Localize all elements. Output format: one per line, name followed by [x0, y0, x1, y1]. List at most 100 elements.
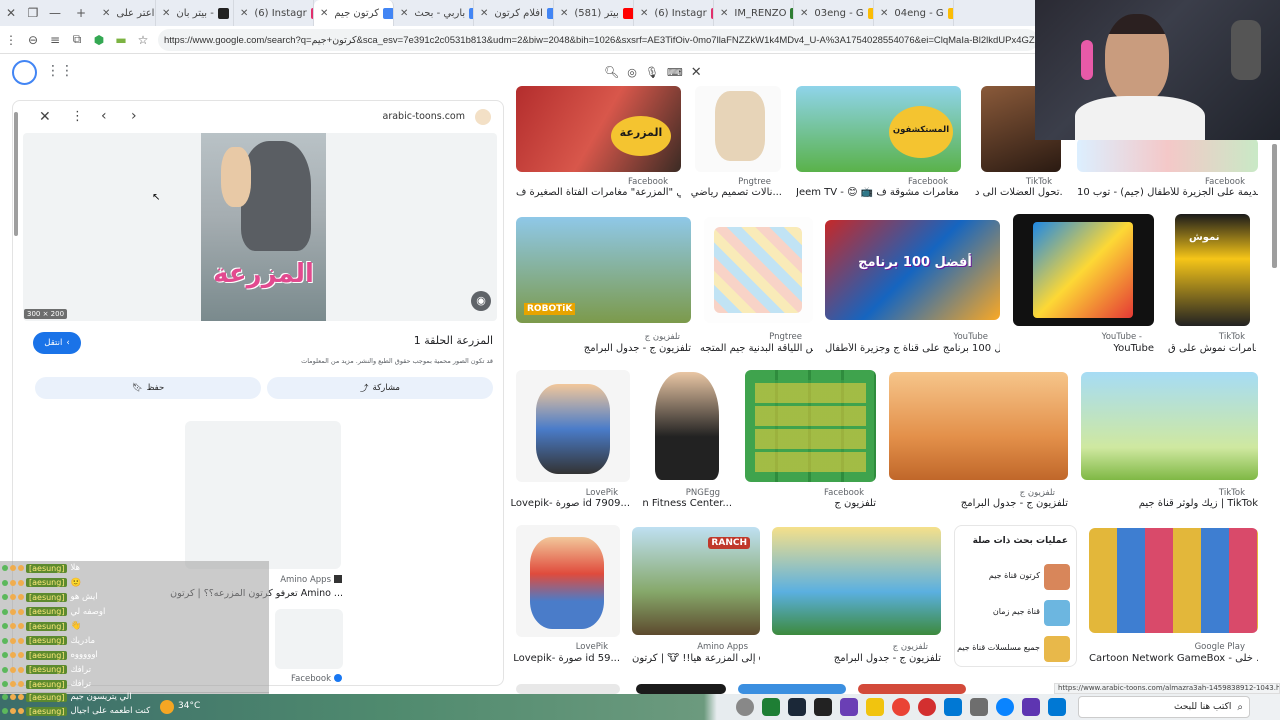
lens-search-icon[interactable]: ◉: [471, 291, 491, 311]
result-thumbnail[interactable]: [738, 684, 846, 694]
related-image-placeholder-2[interactable]: [275, 609, 343, 669]
page-scrollbar[interactable]: [1272, 144, 1277, 268]
result-thumbnail[interactable]: [516, 684, 620, 694]
result-title[interactable]: نالات تصميم رياضي...: [690, 187, 782, 198]
profile-avatar[interactable]: [12, 60, 37, 85]
result-thumbnail[interactable]: RANCH: [632, 527, 760, 635]
result-thumbnail[interactable]: [1077, 138, 1258, 172]
chrome-icon[interactable]: [892, 698, 910, 716]
result-title[interactable]: YouTube: [1013, 343, 1154, 354]
result-thumbnail[interactable]: أفضل 100 برنامج: [825, 220, 1000, 320]
window-close-icon[interactable]: ✕: [0, 6, 22, 20]
result-thumbnail[interactable]: [1089, 528, 1258, 633]
minimize-icon[interactable]: —: [44, 6, 66, 20]
puzzle-icon[interactable]: ⧉: [66, 32, 88, 47]
result-thumbnail[interactable]: [1013, 214, 1154, 326]
more-options-icon[interactable]: ⋮: [71, 109, 84, 124]
result-title[interactable]: Jeem TV - 😊 📺 في مغامرات مشوقة ف...: [796, 187, 961, 198]
panel-scrollbar[interactable]: [14, 112, 18, 236]
site-name[interactable]: arabic-toons.com: [373, 111, 466, 122]
restore-icon[interactable]: ❐: [22, 6, 44, 20]
preview-image[interactable]: المزرعة: [201, 133, 326, 321]
apps-grid-icon[interactable]: ⋮⋮: [46, 63, 74, 79]
result-thumbnail[interactable]: [858, 684, 966, 694]
browser-tab[interactable]: ✕ افلام كرتون: [474, 0, 554, 26]
related-search-item[interactable]: قناة جيم زمان: [955, 598, 1076, 628]
tiktok-icon[interactable]: [814, 698, 832, 716]
result-title[interactable]: Lovepik- صورة id 7909...: [510, 498, 631, 509]
result-title[interactable]: درس اللياقة البدنية جيم المتجه...: [700, 343, 813, 354]
outlook-icon[interactable]: [944, 698, 962, 716]
edge-icon[interactable]: [996, 698, 1014, 716]
browser-tab[interactable]: ✕ باربي - بحث: [394, 0, 474, 26]
result-title[interactable]: تلفزيون ج - جدول البرامج: [516, 343, 691, 354]
result-thumbnail[interactable]: [695, 86, 781, 172]
extension-icon[interactable]: ⊖: [22, 33, 44, 47]
result-thumbnail[interactable]: نموش: [1175, 214, 1250, 326]
result-thumbnail[interactable]: [772, 527, 941, 635]
result-title[interactable]: تحول العضلات الى د...: [975, 187, 1063, 198]
browser-tab[interactable]: ✕ اعتر على: [96, 0, 156, 26]
result-thumbnail[interactable]: [516, 370, 630, 482]
browser-tab[interactable]: ✕ 04eng - G: [874, 0, 954, 26]
result-title[interactable]: تلفزيون ج - جدول البرامج: [772, 653, 941, 664]
browser-tab[interactable]: ✕ 03eng - G: [794, 0, 874, 26]
obs-icon[interactable]: [918, 698, 936, 716]
result-title[interactable]: إلى المزرعة هيا!! 🐮 | كرتون o...: [632, 653, 760, 664]
result-title[interactable]: زيك ولوثر قناة جيم | TikTok: [1081, 498, 1258, 509]
result-title[interactable]: 10 برامج قديمة على الجزيرة للأطفال (جيم)…: [1077, 187, 1258, 198]
address-bar[interactable]: https://www.google.com/search?q=كرتون+جي…: [158, 29, 1038, 51]
browser-tab[interactable]: ✕ IM_RENZO: [714, 0, 794, 26]
excel-icon[interactable]: [762, 698, 780, 716]
browser-tab[interactable]: ✕ (6) Instagr: [234, 0, 314, 26]
visit-button[interactable]: انتقل ‹: [33, 332, 81, 354]
result-title[interactable]: Lovepik- صورة id 59...: [510, 653, 620, 664]
previous-icon[interactable]: ‹: [101, 108, 107, 124]
bookmark-star-icon[interactable]: ☆: [132, 33, 154, 47]
browser-tab[interactable]: ✕ بيتر بان -: [156, 0, 234, 26]
new-tab-icon[interactable]: +: [66, 6, 96, 20]
related-search-item[interactable]: جميع مسلسلات قناة جيم: [955, 634, 1076, 664]
folder-icon[interactable]: [866, 698, 884, 716]
clear-search-icon[interactable]: ✕: [691, 65, 702, 80]
result-title[interactable]: تلفزيون ج: [745, 498, 876, 509]
result-title[interactable]: Cartoon Network GameBox - خلى ...: [1089, 653, 1258, 664]
windows-start-icon[interactable]: [1048, 698, 1066, 716]
calculator-icon[interactable]: [970, 698, 988, 716]
mic-icon[interactable]: 🎙︎: [645, 66, 659, 79]
result-thumbnail[interactable]: [641, 370, 733, 482]
result-title[interactable]: n Fitness Center...: [640, 498, 732, 509]
browser-tab[interactable]: ✕ (581) بيتر: [554, 0, 634, 26]
related-search-item[interactable]: كرتون قناة جيم: [955, 562, 1076, 592]
browser-tab-active[interactable]: ✕ كرتون جيم: [314, 0, 394, 26]
steam-icon[interactable]: [788, 698, 806, 716]
related-image-placeholder[interactable]: [185, 421, 341, 569]
discord-icon[interactable]: [840, 698, 858, 716]
result-thumbnail[interactable]: المزرعة: [516, 86, 681, 172]
result-thumbnail[interactable]: [636, 684, 726, 694]
result-thumbnail[interactable]: ROBOTiK: [516, 217, 691, 323]
result-thumbnail[interactable]: المستكشفون: [796, 86, 961, 172]
keyboard-icon[interactable]: ⌨: [667, 66, 683, 79]
share-button[interactable]: ⤴ مشاركة: [267, 377, 493, 399]
menu-dots-icon[interactable]: ⋮: [0, 33, 22, 47]
result-thumbnail[interactable]: [745, 370, 876, 482]
save-button[interactable]: 🔖︎ حفظ: [35, 377, 261, 399]
result-thumbnail[interactable]: [704, 217, 813, 323]
playlist-icon[interactable]: ≡: [44, 33, 66, 47]
result-title[interactable]: تلفزيون ج - جدول البرامج: [889, 498, 1068, 509]
result-thumbnail[interactable]: [889, 372, 1068, 480]
browser-tab[interactable]: ✕ (6) Instagr: [634, 0, 714, 26]
image-title[interactable]: المزرعة الحلقة 1: [263, 334, 493, 347]
result-title[interactable]: أفضل 100 برنامج على قناة ج وجزيرة الأطفا…: [825, 343, 1000, 354]
toggle-icon[interactable]: ▬: [110, 33, 132, 47]
app-icon[interactable]: [1022, 698, 1040, 716]
result-thumbnail[interactable]: [516, 525, 620, 637]
search-icon[interactable]: 🔍︎: [604, 65, 619, 79]
lens-icon[interactable]: ◎: [627, 66, 637, 79]
shield-icon[interactable]: ⬢: [88, 33, 110, 47]
result-title[interactable]: مغامرات نموش على ق...: [1168, 343, 1256, 354]
settings-icon[interactable]: [736, 698, 754, 716]
taskbar-search-box[interactable]: اكتب هنا للبحث ⌕: [1078, 696, 1250, 718]
result-title[interactable]: نشاهد في "المزرعة" مغامرات الفتاة الصغير…: [516, 187, 681, 198]
